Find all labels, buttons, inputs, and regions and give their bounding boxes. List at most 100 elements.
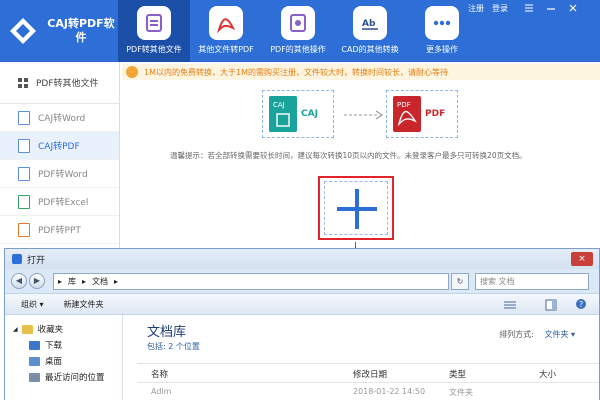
library-subtitle: 包括: 2 个位置 [147,341,200,352]
address-row: ◀ ▶ ▸ 库 ▸ 文档 ▸ ↻ 搜索 文档 [5,269,599,293]
dialog-title: 打开 [27,255,46,266]
nav-label: CAD的其他转换 [341,45,399,54]
nav-item-cad-convert[interactable]: Ab CAD的其他转换 [334,0,406,62]
new-folder-button[interactable]: 新建文件夹 [64,299,104,310]
menu-icon[interactable] [524,3,536,15]
file-type: 文件夹 [449,388,473,397]
address-bar[interactable]: ▸ 库 ▸ 文档 ▸ [53,272,449,290]
target-format-box: PDF PDF [386,90,458,138]
chevron-right-icon: ▸ [82,276,87,286]
sidebar-item-label: CAJ转PDF [38,142,80,152]
sidebar-item-caj-to-pdf[interactable]: CAJ转PDF [0,132,119,160]
desktop-icon [29,356,40,366]
conversion-flow: CAJ CAJ PDF PDF [262,90,462,142]
star-icon [21,324,33,334]
sidebar-item-caj-to-word[interactable]: CAJ转Word [0,104,119,132]
tree-item-recent[interactable]: 最近访问的位置 [5,369,122,385]
minimize-icon[interactable] [546,3,558,15]
arrow-right-icon [344,110,384,120]
svg-text:Ab: Ab [362,19,376,29]
navigation-tree: ◢ 收藏夹 下载 桌面 最近访问的位置 [5,315,123,400]
document-icon [18,194,30,209]
breadcrumb-documents[interactable]: 文档 [92,276,108,287]
search-input[interactable]: 搜索 文档 [475,272,589,290]
dialog-body: ◢ 收藏夹 下载 桌面 最近访问的位置 文档库 包括: 2 个位置 排列方式: … [5,315,599,400]
column-modified[interactable]: 修改日期 [353,368,387,380]
file-name: Adlm [151,387,172,396]
tree-item-label: 下载 [45,341,63,351]
dialog-close-button[interactable]: × [571,252,593,266]
expand-icon: ◢ [13,325,18,333]
table-row[interactable]: Adlm 2018-01-22 14:50 文件夹 [137,385,599,400]
caj-file-icon: CAJ [269,96,297,132]
refresh-icon[interactable]: ↻ [451,272,469,290]
app-logo: CAJ转PDF软件 [8,8,120,54]
app-small-icon [12,254,22,264]
view-options-icon[interactable] [503,300,517,310]
nav-item-pdf-to-other[interactable]: PDF转其他文件 [118,0,190,62]
library-title: 文档库 [147,325,187,340]
folder-icon: ▸ [58,276,63,286]
tree-item-label: 最近访问的位置 [45,373,105,383]
open-file-dialog: 打开 × ◀ ▶ ▸ 库 ▸ 文档 ▸ ↻ 搜索 文档 组织 ▾ 新建文件夹 ?… [4,248,600,400]
recent-places-icon [29,372,40,382]
main-nav: PDF转其他文件 其他文件转PDF PDF的其他操作 Ab CAD的其他转换 更… [118,0,478,62]
help-icon[interactable]: ? [575,298,587,310]
source-format-box: CAJ CAJ [262,90,334,138]
tree-item-favorites[interactable]: ◢ 收藏夹 [5,321,122,337]
sidebar-item-label: PDF转PPT [38,226,81,236]
column-headers: 名称 修改日期 类型 大小 [137,363,599,383]
sidebar-item-pdf-to-excel[interactable]: PDF转Excel [0,188,119,216]
target-format-label: PDF [425,109,446,119]
file-date: 2018-01-22 14:50 [353,387,426,396]
document-icon [18,138,30,153]
tree-item-desktop[interactable]: 桌面 [5,353,122,369]
sidebar-item-label: CAJ转Word [38,114,86,124]
document-icon [18,166,30,181]
sidebar-item-pdf-to-ppt[interactable]: PDF转PPT [0,216,119,244]
hint-text: 温馨提示：若全部转换需要较长时间，建议每次转换10页以内的文件。未登录客户最多只… [170,151,527,160]
pdf-file-icon: PDF [393,96,421,132]
grid-icon [18,77,28,88]
close-icon[interactable] [568,3,580,15]
dialog-titlebar: 打开 × [5,249,599,269]
notice-bar: 1M以内的免费转换，大于1M的需购买注册，文件较大时，转换时间较长，请耐心等待 [122,64,600,80]
sidebar-heading: PDF转其他文件 [0,62,119,104]
tree-item-label: 桌面 [45,357,63,367]
forward-icon[interactable]: ▶ [29,273,45,289]
nav-item-other-to-pdf[interactable]: 其他文件转PDF [190,0,262,62]
pdf-tools-icon [281,6,315,40]
register-link[interactable]: 注册 [468,3,484,15]
nav-label: PDF的其他操作 [270,45,326,54]
sidebar-item-pdf-to-word[interactable]: PDF转Word [0,160,119,188]
breadcrumb-library[interactable]: 库 [68,276,76,287]
tree-item-label: 收藏夹 [37,325,64,335]
pdf-convert-icon [137,6,171,40]
nav-label: 更多操作 [426,45,458,54]
document-icon [18,110,30,125]
tree-item-downloads[interactable]: 下载 [5,337,122,353]
source-format-label: CAJ [301,109,318,119]
sidebar-item-label: PDF转Excel [38,198,89,208]
preview-pane-icon[interactable] [545,299,557,311]
pdf-icon [209,6,243,40]
add-file-dropzone[interactable] [318,176,394,240]
login-link[interactable]: 登录 [492,3,508,15]
organize-button[interactable]: 组织 ▾ [21,299,44,310]
nav-label: PDF转其他文件 [126,45,182,54]
back-icon[interactable]: ◀ [11,273,27,289]
column-type[interactable]: 类型 [449,368,466,380]
column-size[interactable]: 大小 [539,368,556,380]
app-title: CAJ转PDF软件 [47,17,115,44]
arrange-dropdown[interactable]: 文件夹 ▾ [544,330,575,339]
plus-icon [324,181,388,235]
logo-icon [8,16,38,46]
column-name[interactable]: 名称 [151,368,168,380]
document-icon [18,222,30,237]
nav-item-pdf-other-ops[interactable]: PDF的其他操作 [262,0,334,62]
top-header: CAJ转PDF软件 PDF转其他文件 其他文件转PDF PDF的其他操作 Ab … [0,0,600,62]
library-locations[interactable]: 包括: 2 个位置 [147,342,200,351]
download-folder-icon [29,340,40,350]
more-icon [425,6,459,40]
file-list-area: 文档库 包括: 2 个位置 排列方式: 文件夹 ▾ 名称 修改日期 类型 大小 … [137,315,599,400]
